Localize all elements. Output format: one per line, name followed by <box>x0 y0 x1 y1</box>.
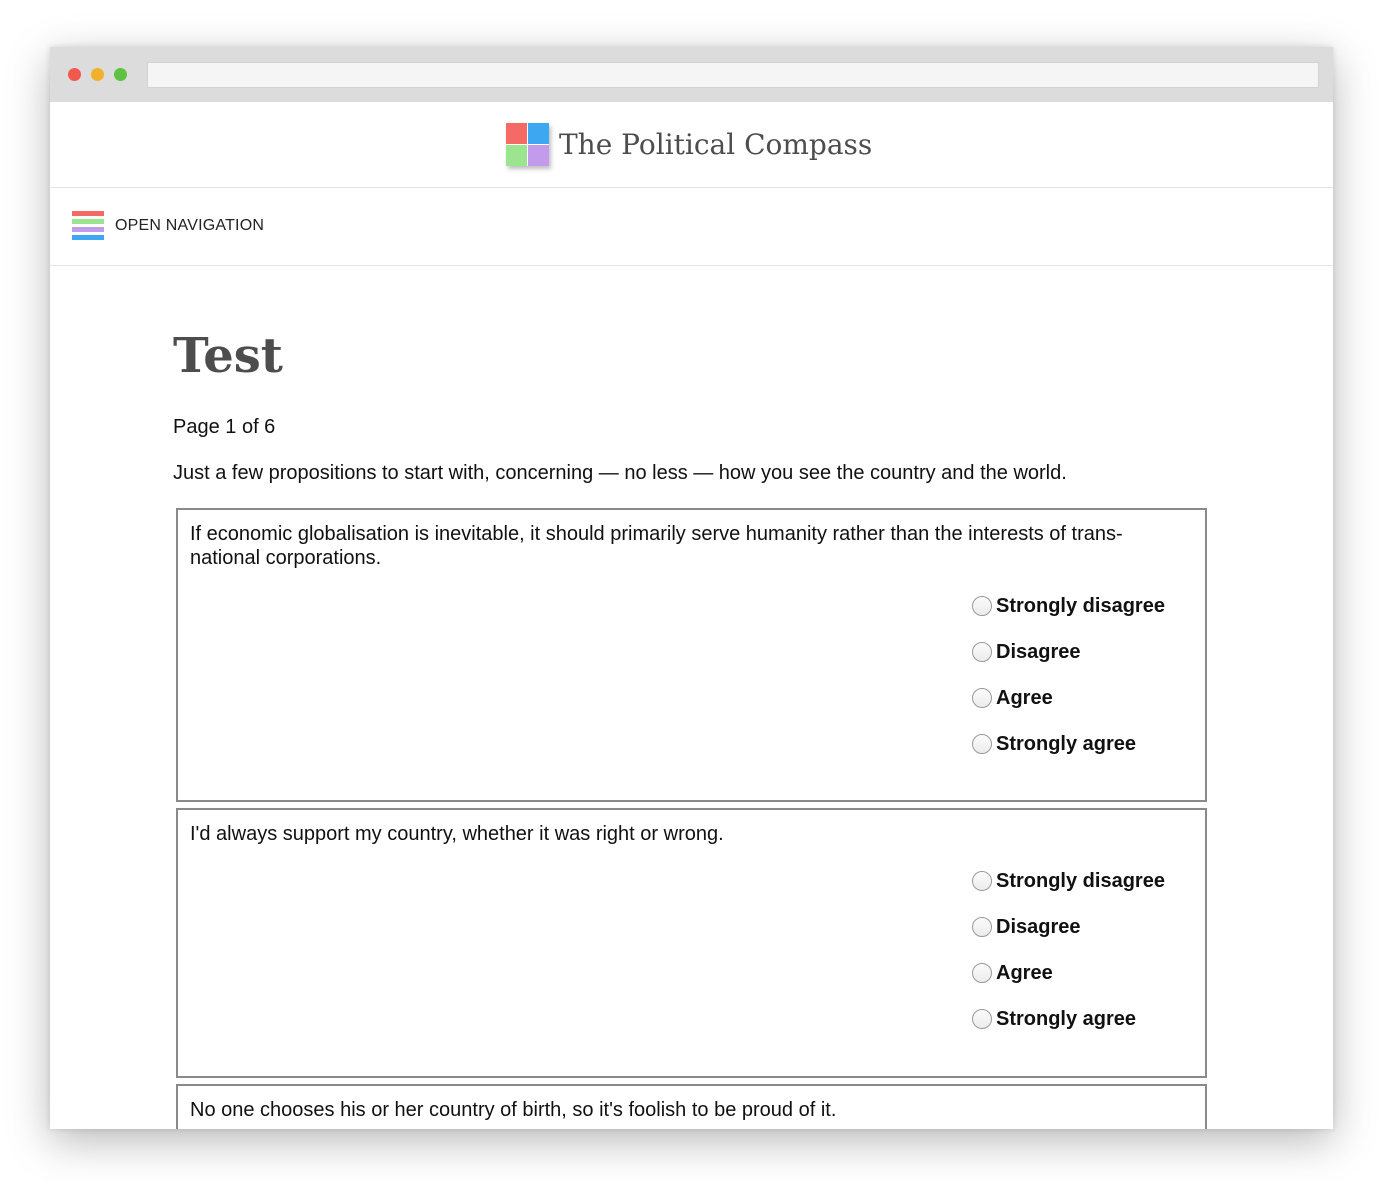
address-bar[interactable] <box>147 62 1319 88</box>
brand-link[interactable]: The Political Compass <box>506 122 872 166</box>
answer-options: Strongly disagree Disagree Agree Strongl… <box>972 583 1202 767</box>
question-card: No one chooses his or her country of bir… <box>176 1084 1207 1129</box>
intro-text: Just a few propositions to start with, c… <box>173 462 1067 484</box>
radio-button[interactable] <box>972 917 992 937</box>
minimize-window-button[interactable] <box>91 68 104 81</box>
radio-button[interactable] <box>972 1009 992 1029</box>
question-text: I'd always support my country, whether i… <box>190 823 724 845</box>
page-title: Test <box>173 328 283 384</box>
option-label: Strongly agree <box>996 732 1137 755</box>
question-card: I'd always support my country, whether i… <box>176 808 1207 1078</box>
close-window-button[interactable] <box>68 68 81 81</box>
option-label: Strongly disagree <box>996 594 1165 617</box>
option-strongly-agree[interactable]: Strongly agree <box>972 721 1202 767</box>
question-text: If economic globalisation is inevitable,… <box>190 523 1123 569</box>
answer-options: Strongly disagree Disagree Agree Strongl… <box>972 858 1202 1042</box>
option-strongly-agree[interactable]: Strongly agree <box>972 996 1202 1042</box>
question-card: If economic globalisation is inevitable,… <box>176 508 1207 802</box>
option-strongly-disagree[interactable]: Strongly disagree <box>972 583 1202 629</box>
option-label: Disagree <box>996 640 1081 663</box>
radio-button[interactable] <box>972 688 992 708</box>
site-header: The Political Compass <box>50 102 1333 188</box>
option-strongly-disagree[interactable]: Strongly disagree <box>972 858 1202 904</box>
browser-titlebar <box>50 47 1333 102</box>
browser-window: The Political Compass OPEN NAVIGATION Te… <box>50 47 1333 1129</box>
radio-button[interactable] <box>972 596 992 616</box>
hamburger-menu-icon <box>72 211 104 243</box>
option-label: Agree <box>996 961 1053 984</box>
option-label: Strongly agree <box>996 1007 1137 1030</box>
political-compass-logo-icon <box>506 122 549 166</box>
radio-button[interactable] <box>972 642 992 662</box>
option-label: Strongly disagree <box>996 869 1165 892</box>
option-label: Agree <box>996 686 1053 709</box>
radio-button[interactable] <box>972 871 992 891</box>
open-navigation-label: OPEN NAVIGATION <box>115 217 265 234</box>
option-agree[interactable]: Agree <box>972 950 1202 996</box>
radio-button[interactable] <box>972 734 992 754</box>
maximize-window-button[interactable] <box>114 68 127 81</box>
option-disagree[interactable]: Disagree <box>972 904 1202 950</box>
radio-button[interactable] <box>972 963 992 983</box>
question-text: No one chooses his or her country of bir… <box>190 1099 837 1121</box>
site-title: The Political Compass <box>559 127 873 161</box>
option-agree[interactable]: Agree <box>972 675 1202 721</box>
option-disagree[interactable]: Disagree <box>972 629 1202 675</box>
open-navigation-button[interactable]: OPEN NAVIGATION <box>50 188 1333 266</box>
page-indicator: Page 1 of 6 <box>173 416 276 438</box>
option-label: Disagree <box>996 915 1081 938</box>
